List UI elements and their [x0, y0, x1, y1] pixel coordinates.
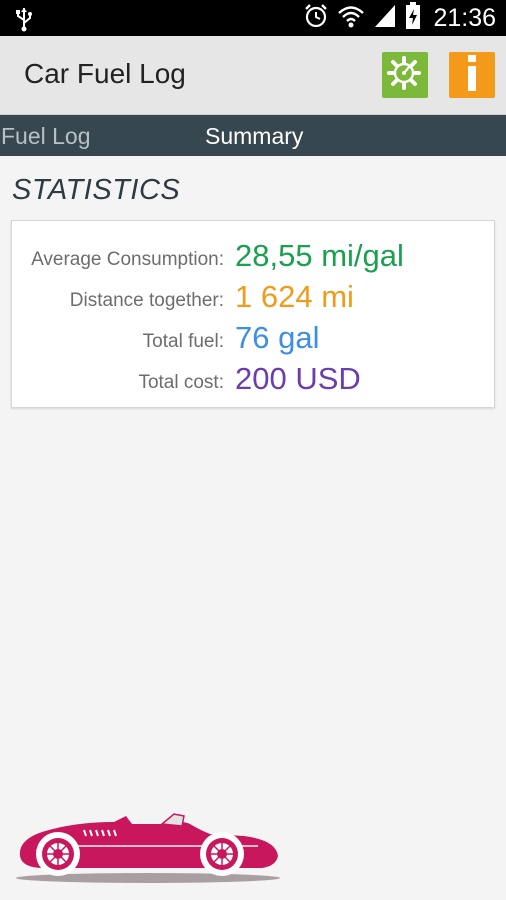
stat-value: 28,55 mi/gal — [235, 238, 404, 273]
stat-label: Total cost: — [138, 372, 224, 393]
tab-summary[interactable]: Summary — [205, 123, 303, 150]
tab-bar: Fuel Log Summary — [0, 115, 506, 156]
stat-row-average-consumption: Average Consumption: 28,55 mi/gal — [12, 236, 496, 277]
stat-row-distance: Distance together: 1 624 mi — [12, 277, 496, 318]
signal-icon — [373, 3, 397, 34]
stat-label: Total fuel: — [142, 331, 224, 352]
section-title: STATISTICS — [12, 174, 181, 206]
tab-fuel-log[interactable]: Fuel Log — [1, 123, 91, 150]
stat-value: 76 gal — [235, 320, 320, 355]
status-bar: 21:36 — [0, 0, 506, 36]
stat-label: Average Consumption: — [31, 249, 224, 270]
usb-icon — [14, 6, 34, 37]
settings-button[interactable] — [382, 52, 428, 98]
stat-label: Distance together: — [69, 290, 224, 311]
stat-value: 1 624 mi — [235, 279, 354, 314]
stat-row-total-fuel: Total fuel: 76 gal — [12, 318, 496, 359]
gear-settings-icon — [387, 55, 423, 96]
info-icon — [463, 54, 481, 97]
stat-value: 200 USD — [235, 361, 361, 396]
app-title: Car Fuel Log — [24, 58, 186, 89]
clock-time: 21:36 — [433, 3, 496, 32]
race-car-icon — [14, 810, 280, 891]
info-button[interactable] — [449, 52, 495, 98]
action-bar: Car Fuel Log — [0, 36, 506, 115]
wifi-icon — [337, 3, 365, 34]
stat-row-total-cost: Total cost: 200 USD — [12, 359, 496, 400]
alarm-icon — [303, 3, 329, 34]
statistics-card: Average Consumption: 28,55 mi/gal Distan… — [11, 220, 495, 408]
battery-charging-icon — [405, 1, 421, 35]
